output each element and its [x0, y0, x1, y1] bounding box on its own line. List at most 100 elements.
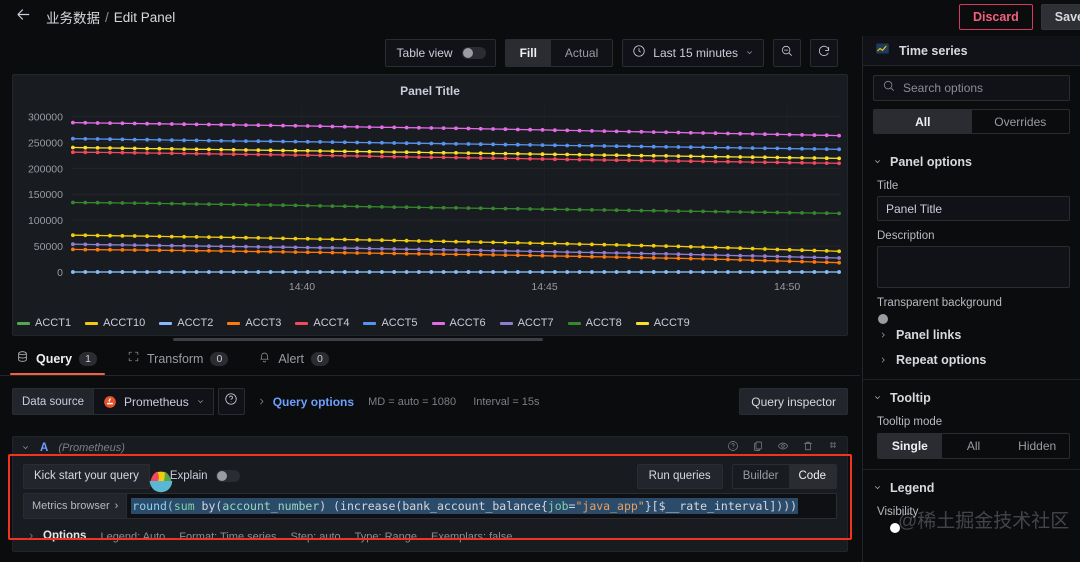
chevron-down-icon — [873, 153, 882, 171]
breadcrumb-root[interactable]: 业务数据 — [46, 7, 100, 27]
title-field-input[interactable]: Panel Title — [877, 196, 1070, 221]
tooltip-mode-all[interactable]: All — [942, 434, 1006, 458]
legend-header[interactable]: Legend — [863, 479, 1080, 497]
tooltip-mode-label: Tooltip mode — [877, 416, 943, 428]
trash-icon[interactable] — [802, 439, 814, 457]
metrics-browser-button[interactable]: Metrics browser › — [23, 493, 127, 519]
search-options-input[interactable] — [903, 81, 1061, 95]
chevron-right-icon — [27, 527, 43, 545]
tab-transform[interactable]: Transform 0 — [111, 350, 242, 375]
query-ref-id[interactable]: A — [40, 442, 48, 454]
builder-mode-option[interactable]: Builder — [733, 465, 789, 488]
promql-token: job — [547, 499, 569, 513]
query-options-summary[interactable]: Options Legend: Auto Format: Time series S… — [13, 519, 847, 545]
x-axis-tick-label: 14:50 — [774, 281, 800, 293]
query-option-meta-item: Type: Range — [354, 531, 418, 543]
tooltip-title: Tooltip — [890, 391, 931, 405]
legend-title: Legend — [890, 481, 935, 495]
zoom-out-button[interactable] — [773, 39, 801, 67]
promql-expression[interactable]: round(sum by(account_number) (increase(b… — [131, 498, 799, 514]
legend-item[interactable]: ACCT10 — [85, 317, 145, 329]
save-button[interactable]: Save — [1040, 4, 1080, 30]
zoom-out-icon — [780, 44, 794, 63]
legend-item[interactable]: ACCT4 — [295, 317, 349, 329]
options-filter-tabs: All Overrides — [873, 109, 1070, 134]
datasource-help-button[interactable] — [217, 388, 245, 415]
section-tooltip: Tooltip Tooltip mode Single All Hidden — [863, 380, 1080, 470]
search-icon — [882, 79, 896, 98]
run-queries-button[interactable]: Run queries — [636, 463, 723, 489]
data-source-picker[interactable]: Prometheus — [93, 388, 214, 415]
metrics-browser-label: Metrics browser — [32, 500, 110, 512]
panel-options-title: Panel options — [890, 155, 972, 169]
duplicate-icon[interactable] — [752, 439, 764, 457]
time-series-chart[interactable]: 0 50000 100000 150000 200000 250000 300000 14:4… — [13, 98, 849, 298]
legend-item[interactable]: ACCT9 — [635, 317, 690, 329]
tab-query[interactable]: Query 1 — [0, 350, 111, 375]
legend-item[interactable]: ACCT6 — [431, 317, 486, 329]
refresh-button[interactable] — [810, 39, 838, 67]
legend-item[interactable]: ACCT2 — [159, 317, 213, 329]
tab-alert[interactable]: Alert 0 — [242, 350, 343, 375]
description-field-input[interactable] — [877, 246, 1070, 288]
tooltip-mode-single[interactable]: Single — [878, 434, 942, 458]
table-view-switch[interactable] — [461, 47, 486, 59]
panel-scroll-indicator[interactable] — [173, 338, 543, 341]
filter-tab-all[interactable]: All — [874, 110, 972, 133]
database-icon — [16, 350, 29, 368]
filter-tab-overrides[interactable]: Overrides — [972, 110, 1070, 133]
legend-item[interactable]: ACCT1 — [17, 317, 71, 329]
builder-code-segment: Builder Code — [731, 463, 837, 489]
table-view-toggle-group[interactable]: Table view — [384, 39, 496, 67]
breadcrumb-leaf: Edit Panel — [113, 9, 176, 25]
query-inspector-button[interactable]: Query inspector — [739, 388, 848, 415]
visualization-picker[interactable]: Time series — [863, 36, 1080, 66]
data-source-label: Data source — [12, 388, 94, 415]
top-bar-actions: Discard Save — [958, 4, 1080, 30]
promql-code-editor[interactable]: round(sum by(account_number) (increase(b… — [126, 493, 837, 519]
code-mode-option[interactable]: Code — [788, 464, 836, 488]
fill-option[interactable]: Fill — [505, 40, 551, 66]
panel-options-header[interactable]: Panel options — [863, 153, 1080, 171]
panel-links-row[interactable]: Panel links — [863, 313, 1080, 344]
actual-option[interactable]: Actual — [551, 40, 612, 66]
chevron-right-icon — [257, 393, 266, 411]
query-options-expander[interactable]: Query options — [257, 393, 354, 411]
legend-visibility-label: Visibility — [877, 506, 919, 518]
collapse-query-icon[interactable] — [21, 439, 30, 457]
back-button[interactable] — [0, 0, 46, 34]
query-options-summary-meta: Legend: Auto Format: Time series Step: aut… — [100, 527, 526, 545]
tooltip-mode-hidden[interactable]: Hidden — [1005, 434, 1069, 458]
fill-actual-segment: Fill Actual — [504, 39, 614, 67]
promql-token: "java_app" — [575, 499, 645, 513]
repeat-options-row[interactable]: Repeat options — [863, 344, 1080, 369]
legend-item[interactable]: ACCT5 — [363, 317, 418, 329]
eye-icon[interactable] — [777, 439, 789, 457]
explain-toggle-group[interactable]: Explain — [170, 470, 240, 482]
transform-icon — [127, 350, 140, 368]
search-options-box[interactable] — [873, 75, 1070, 101]
chevron-down-icon — [745, 44, 754, 62]
help-circle-icon[interactable] — [727, 439, 739, 457]
table-view-label: Table view — [396, 46, 453, 60]
chevron-down-icon — [873, 389, 882, 407]
tooltip-header[interactable]: Tooltip — [863, 389, 1080, 407]
query-toolbar: Data source Prometheus Query options MD … — [12, 388, 848, 415]
time-range-picker[interactable]: Last 15 minutes — [622, 39, 764, 67]
kick-start-query-button[interactable]: Kick start your query — [23, 463, 150, 489]
legend-item[interactable]: ACCT7 — [499, 317, 554, 329]
legend-item[interactable]: ACCT8 — [567, 317, 622, 329]
legend-item[interactable]: ACCT3 — [227, 317, 281, 329]
explain-switch[interactable] — [215, 470, 240, 482]
query-expression-row: Metrics browser › round(sum by(account_n… — [13, 493, 847, 519]
visualization-type-label: Time series — [899, 43, 968, 58]
drag-handle-icon[interactable] — [827, 439, 839, 457]
timeseries-icon — [875, 41, 890, 61]
legend-color-swatch — [567, 321, 581, 325]
y-axis-tick-label: 50000 — [34, 241, 63, 253]
section-legend: Legend Visibility — [863, 470, 1080, 533]
x-axis-tick-label: 14:40 — [289, 281, 315, 293]
legend-series-name: ACCT2 — [177, 317, 214, 329]
promql-token: ) ( — [319, 499, 341, 513]
discard-button[interactable]: Discard — [958, 4, 1033, 30]
